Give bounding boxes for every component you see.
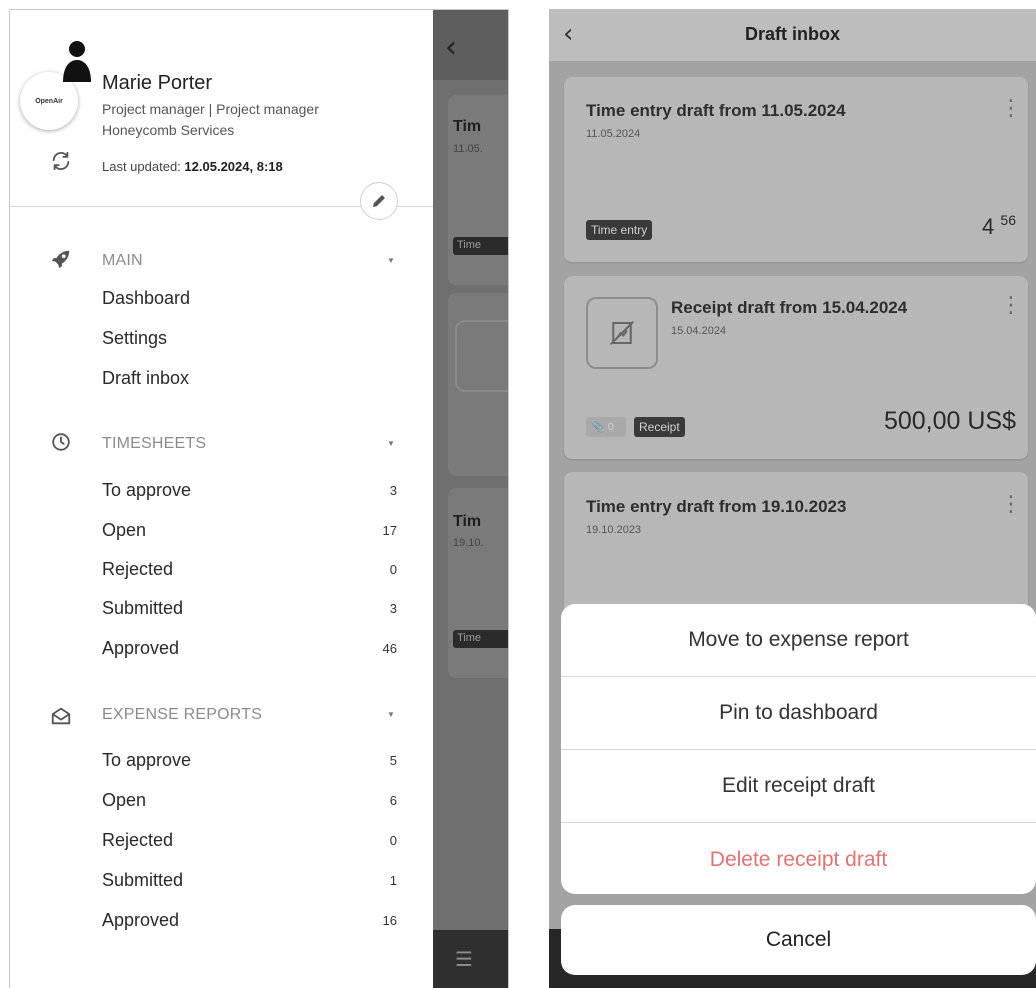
kebab-icon[interactable]: ⋮ — [1000, 98, 1022, 120]
nav-count: 3 — [389, 483, 397, 498]
nav-item-timesheets-to-approve[interactable]: To approve — [102, 480, 191, 501]
draft-card[interactable]: Time entry draft from 11.05.2024 11.05.2… — [564, 77, 1028, 262]
caret-down-icon[interactable]: ▼ — [387, 710, 395, 719]
draft-card-title: Time entry draft from 11.05.2024 — [586, 101, 846, 120]
nav-item-timesheets-rejected[interactable]: Rejected — [102, 559, 173, 580]
paperclip-icon: 📎 — [591, 421, 605, 433]
nav-count: 0 — [389, 562, 397, 577]
kebab-icon[interactable]: ⋮ — [1000, 494, 1022, 516]
draft-card-date: 19.10.2023 — [586, 524, 642, 536]
edit-receipt-draft-button[interactable]: Edit receipt draft — [561, 750, 1036, 823]
nav-item-expenses-to-approve[interactable]: To approve — [102, 750, 191, 771]
nav-count: 3 — [389, 601, 397, 616]
background-card-tag: Time — [453, 237, 508, 255]
delete-receipt-draft-button[interactable]: Delete receipt draft — [561, 823, 1036, 894]
draft-card-date: 15.04.2024 — [671, 325, 727, 337]
page: ‹ Tim 11.05. Time Tim 19.10. Time ☰ Open… — [0, 0, 1036, 988]
last-updated-value: 12.05.2024, 8:18 — [184, 159, 283, 174]
nav-count: 5 — [389, 753, 397, 768]
attachment-count: 0 — [607, 421, 614, 433]
background-card-date: 11.05. — [453, 143, 483, 155]
cancel-button[interactable]: Cancel — [561, 905, 1036, 975]
nav-count: 16 — [382, 913, 397, 928]
background-card-date: 19.10. — [453, 537, 484, 549]
no-image-icon — [455, 320, 508, 392]
person-icon — [63, 41, 91, 82]
section-title-expense-reports[interactable]: EXPENSE REPORTS — [102, 706, 262, 724]
nav-item-expenses-rejected[interactable]: Rejected — [102, 830, 173, 851]
amount-hours: 4 — [982, 214, 995, 239]
nav-count: 0 — [389, 833, 397, 848]
user-name: Marie Porter — [102, 72, 213, 94]
clock-icon — [52, 433, 70, 451]
nav-item-expenses-open[interactable]: Open — [102, 790, 146, 811]
nav-item-timesheets-open[interactable]: Open — [102, 520, 146, 541]
page-title: Draft inbox — [744, 24, 840, 44]
section-title-main[interactable]: MAIN — [102, 252, 143, 270]
caret-down-icon[interactable]: ▼ — [387, 256, 395, 265]
navigation-drawer: OpenAir Marie Porter Project manager | P… — [10, 10, 433, 988]
caret-down-icon[interactable]: ▼ — [387, 439, 395, 448]
draft-amount: 4 56 — [982, 212, 1016, 240]
nav-count: 1 — [389, 873, 397, 888]
nav-count: 17 — [382, 523, 397, 538]
envelope-icon — [51, 707, 71, 725]
drawer-scrim[interactable]: ‹ Tim 11.05. Time Tim 19.10. Time ☰ — [433, 10, 508, 988]
section-title-timesheets[interactable]: TIMESHEETS — [102, 435, 206, 453]
nav-item-timesheets-approved[interactable]: Approved — [102, 638, 179, 659]
action-sheet: Move to expense report Pin to dashboard … — [561, 604, 1036, 894]
draft-type-tag: Receipt — [634, 417, 685, 437]
background-card-title: Tim — [453, 513, 482, 530]
move-to-expense-report-button[interactable]: Move to expense report — [561, 604, 1036, 677]
no-image-icon — [610, 321, 634, 345]
nav-item-settings[interactable]: Settings — [102, 328, 167, 349]
last-updated-label: Last updated: — [102, 159, 181, 174]
nav-count: 6 — [389, 793, 397, 808]
logo-text: OpenAir — [35, 97, 63, 105]
background-card-title: Tim — [453, 118, 482, 135]
nav-item-timesheets-submitted[interactable]: Submitted — [102, 598, 183, 619]
hamburger-icon[interactable]: ☰ — [455, 947, 473, 971]
draft-card[interactable]: Receipt draft from 15.04.2024 15.04.2024… — [564, 276, 1028, 459]
draft-card-date: 11.05.2024 — [586, 128, 641, 140]
draft-amount: 500,00 US$ — [883, 407, 1016, 435]
draft-card-title: Time entry draft from 19.10.2023 — [586, 497, 847, 516]
amount-minutes: 56 — [1000, 212, 1016, 228]
nav-item-dashboard[interactable]: Dashboard — [102, 288, 190, 309]
refresh-icon[interactable] — [50, 150, 72, 172]
user-company: Honeycomb Services — [102, 122, 235, 138]
nav-count: 46 — [382, 641, 397, 656]
pencil-icon — [373, 195, 385, 207]
draft-card-title: Receipt draft from 15.04.2024 — [671, 298, 908, 317]
nav-item-expenses-approved[interactable]: Approved — [102, 910, 179, 931]
draft-type-tag: Time entry — [586, 220, 653, 240]
chevron-left-icon: ‹ — [445, 30, 457, 65]
pin-to-dashboard-button[interactable]: Pin to dashboard — [561, 677, 1036, 750]
attachment-count-badge: 📎 0 — [586, 417, 626, 437]
kebab-icon[interactable]: ⋮ — [1000, 295, 1022, 317]
nav-item-draft-inbox[interactable]: Draft inbox — [102, 368, 189, 389]
last-updated: Last updated: 12.05.2024, 8:18 — [102, 159, 283, 174]
rocket-icon — [51, 250, 70, 269]
edit-profile-button[interactable] — [360, 182, 398, 220]
right-phone-screen: ‹ Draft inbox Time entry draft from 11.0… — [549, 9, 1036, 988]
user-role: Project manager | Project manager — [102, 101, 319, 117]
left-phone-screen: ‹ Tim 11.05. Time Tim 19.10. Time ☰ Open… — [9, 9, 509, 988]
nav-item-expenses-submitted[interactable]: Submitted — [102, 870, 183, 891]
receipt-thumbnail — [586, 297, 658, 369]
background-card-tag: Time — [453, 630, 508, 648]
